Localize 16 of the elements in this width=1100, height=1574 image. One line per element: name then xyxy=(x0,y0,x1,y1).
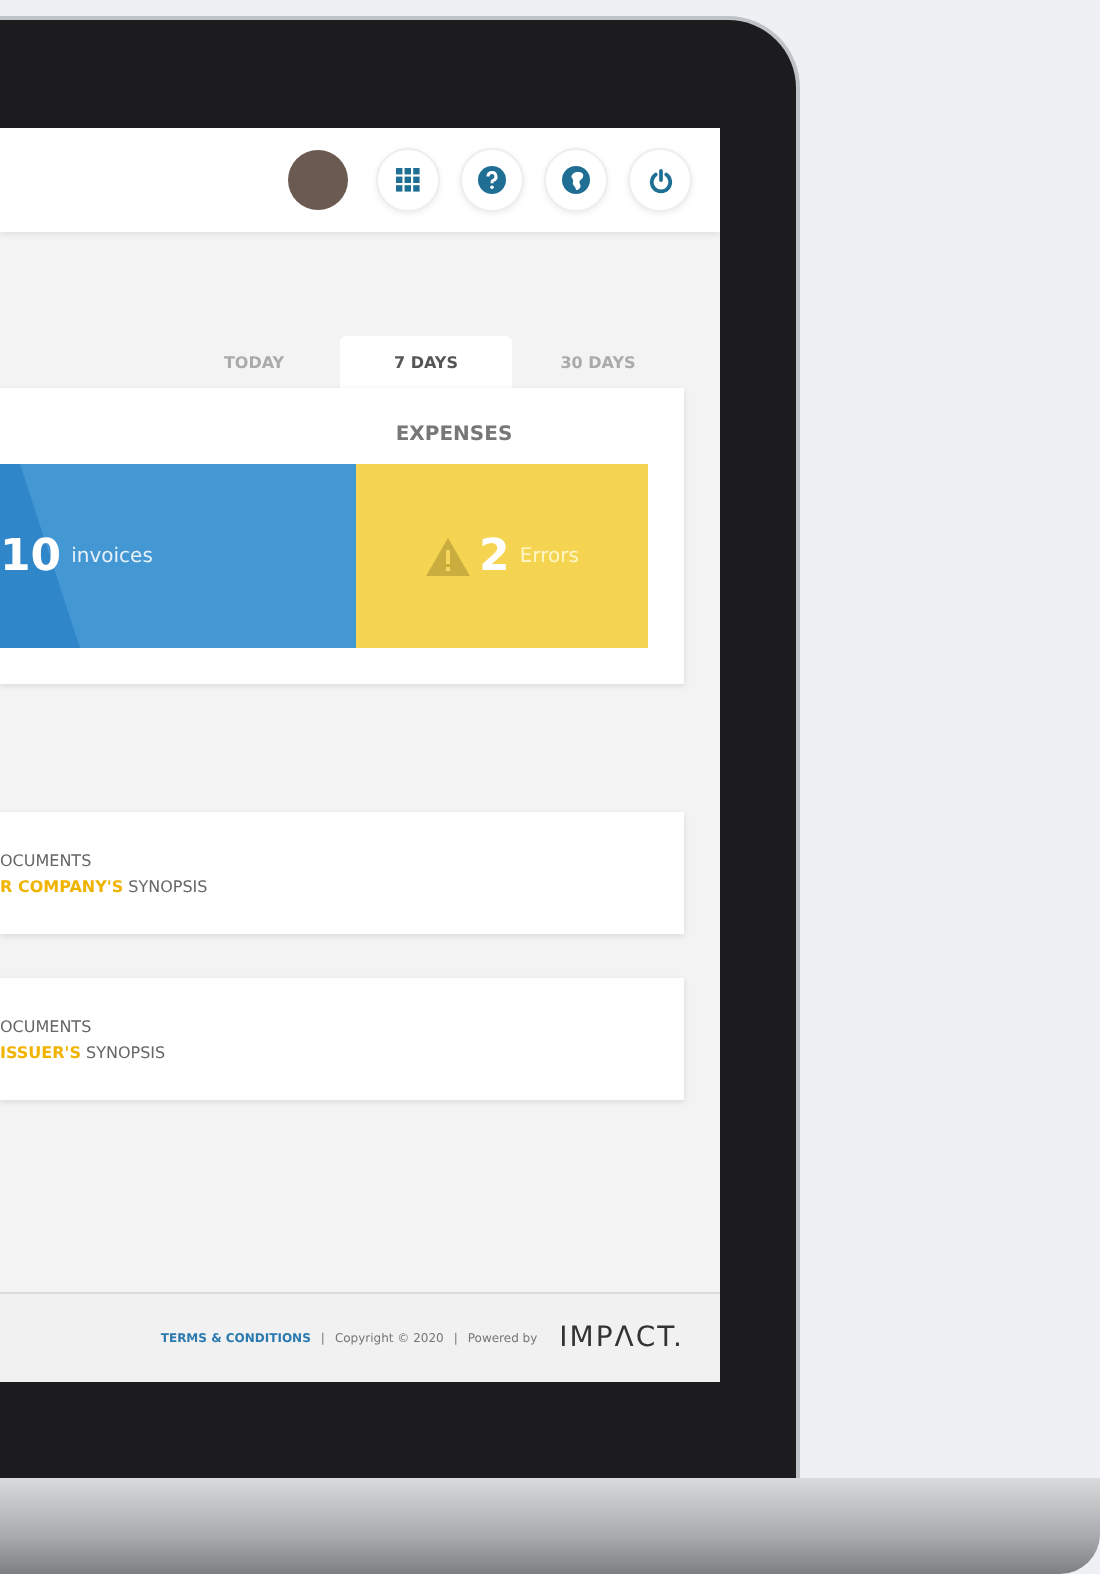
document-title: OCUMENTS xyxy=(0,851,94,869)
brand-logo: IMPΛCT. xyxy=(559,1322,684,1354)
card-title: EXPENSES xyxy=(393,422,515,450)
period-tab[interactable]: TODAY xyxy=(168,336,340,388)
document-title: OCUMENTS xyxy=(0,1017,94,1035)
period-tab[interactable]: 7 DAYS xyxy=(340,336,512,388)
stat-value: 2 xyxy=(479,531,510,581)
stat-label: invoices xyxy=(71,545,153,567)
document-subtitle: R COMPANY'S SYNOPSIS xyxy=(0,877,210,895)
period-tab[interactable]: 30 DAYS xyxy=(512,336,684,388)
document-subtitle: ISSUER'S SYNOPSIS xyxy=(0,1043,168,1061)
document-card[interactable]: OCUMENTS ISSUER'S SYNOPSIS xyxy=(0,978,684,1100)
stat-label: Errors xyxy=(519,545,579,567)
document-card[interactable]: OCUMENTS R COMPANY'S SYNOPSIS xyxy=(0,812,684,934)
stat-value: 10 xyxy=(0,531,62,581)
invoices-tile[interactable]: 10 invoices xyxy=(0,464,356,648)
